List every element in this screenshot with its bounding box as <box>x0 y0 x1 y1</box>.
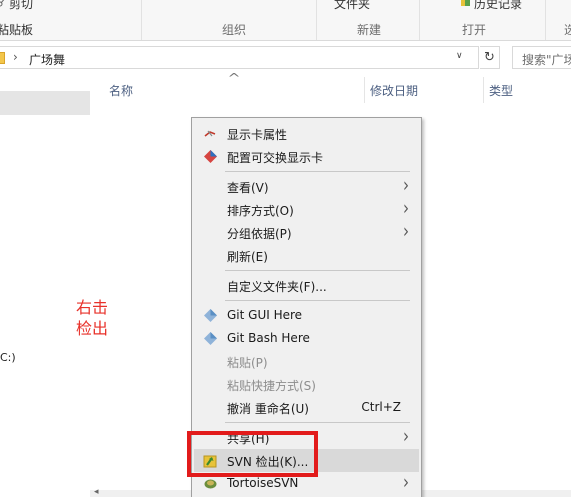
submenu-arrow-icon: › <box>403 196 409 220</box>
organize-group-label: 组织 <box>222 23 247 37</box>
menu-item-view[interactable]: 查看(V) › <box>194 173 419 198</box>
menu-item-label: Git GUI Here <box>227 308 303 322</box>
navigation-pane: C:) <box>0 75 90 497</box>
menu-item-label: 粘贴快捷方式(S) <box>227 379 316 393</box>
menu-item-git-gui[interactable]: Git GUI Here <box>194 304 419 327</box>
scissors-icon <box>0 0 5 7</box>
menu-item-label: 撤消 重命名(U) <box>227 402 309 416</box>
menu-separator <box>225 270 410 271</box>
search-input[interactable]: 搜索"广场 <box>512 46 571 69</box>
menu-item-label: TortoiseSVN <box>227 476 299 490</box>
menu-item-label: Git Bash Here <box>227 331 310 345</box>
submenu-arrow-icon: › <box>403 173 409 197</box>
scroll-left-icon[interactable]: ◂ <box>94 487 99 497</box>
menu-item-switchable-graphics[interactable]: 配置可交换显示卡 <box>194 145 419 168</box>
column-header-name[interactable]: 名称 <box>109 82 133 99</box>
menu-item-undo-rename[interactable]: 撤消 重命名(U) Ctrl+Z <box>194 396 419 419</box>
column-divider[interactable] <box>364 77 365 103</box>
menu-item-refresh[interactable]: 刷新(E) <box>194 244 419 267</box>
menu-item-group-by[interactable]: 分组依据(P) › <box>194 219 419 244</box>
menu-item-customize-folder[interactable]: 自定义文件夹(F)... <box>194 274 419 297</box>
select-group-label: 选 <box>564 21 571 38</box>
menu-item-label: 共享(H) <box>227 432 270 446</box>
open-group-label: 打开 <box>462 23 487 37</box>
graphics-card-icon <box>204 130 216 137</box>
menu-item-label: 排序方式(O) <box>227 204 294 218</box>
git-icon <box>204 332 217 345</box>
column-divider[interactable] <box>483 77 484 103</box>
context-menu: 显示卡属性 配置可交换显示卡 查看(V) › 排序方式(O) › 分组依据(P)… <box>191 117 422 497</box>
column-header-type[interactable]: 类型 <box>489 82 513 99</box>
menu-item-label: 粘贴(P) <box>227 356 268 370</box>
submenu-arrow-icon: › <box>403 470 409 494</box>
menu-item-label: 显示卡属性 <box>227 128 288 142</box>
ribbon-divider <box>316 0 317 40</box>
switchable-graphics-icon <box>204 150 217 163</box>
menu-separator <box>225 422 410 423</box>
new-group-label: 新建 <box>357 23 382 37</box>
menu-item-label: 刷新(E) <box>227 250 268 264</box>
menu-item-label: SVN 检出(K)... <box>227 455 309 469</box>
menu-item-share[interactable]: 共享(H) › <box>194 424 419 449</box>
menu-separator <box>225 171 410 172</box>
ribbon: 剪切 粘贴板 组织 文件夹 新建 历史记录 打开 选 <box>0 0 571 41</box>
menu-item-graphics-properties[interactable]: 显示卡属性 <box>194 122 419 145</box>
breadcrumb-current[interactable]: 广场舞 <box>29 51 65 68</box>
nav-selected-item[interactable] <box>0 91 90 115</box>
folder-icon <box>0 52 5 64</box>
annotation-line: 右击 <box>76 298 109 317</box>
git-icon <box>204 309 217 322</box>
menu-item-sort-by[interactable]: 排序方式(O) › <box>194 196 419 221</box>
ribbon-divider <box>545 0 546 40</box>
annotation-text: 右击 检出 <box>76 297 108 339</box>
menu-item-shortcut: Ctrl+Z <box>361 400 401 414</box>
refresh-button[interactable]: ↻ <box>480 46 500 69</box>
history-button[interactable]: 历史记录 <box>474 0 522 12</box>
tortoisesvn-icon <box>204 479 217 489</box>
sort-ascending-icon: ^ <box>227 71 241 85</box>
menu-item-git-bash[interactable]: Git Bash Here <box>194 327 419 350</box>
address-bar[interactable]: › 广场舞 ∨ <box>0 46 479 69</box>
address-dropdown-icon[interactable]: ∨ <box>456 51 463 61</box>
menu-item-paste-shortcut: 粘贴快捷方式(S) <box>194 373 419 396</box>
menu-item-paste: 粘贴(P) <box>194 350 419 373</box>
submenu-arrow-icon: › <box>403 219 409 243</box>
ribbon-divider <box>141 0 142 40</box>
menu-item-label: 查看(V) <box>227 181 269 195</box>
nav-drive-item[interactable]: C:) <box>0 351 16 364</box>
cut-button[interactable]: 剪切 <box>9 0 33 12</box>
menu-item-tortoisesvn[interactable]: TortoiseSVN › <box>194 470 419 495</box>
menu-item-label: 分组依据(P) <box>227 227 292 241</box>
submenu-arrow-icon: › <box>403 424 409 448</box>
svn-checkout-icon <box>203 455 217 468</box>
menu-separator <box>225 300 410 301</box>
refresh-icon: ↻ <box>484 50 495 65</box>
menu-item-svn-checkout[interactable]: SVN 检出(K)... <box>194 449 419 472</box>
column-header-modified[interactable]: 修改日期 <box>370 82 418 99</box>
search-placeholder: 搜索"广场 <box>522 53 571 67</box>
clipboard-group-label: 粘贴板 <box>0 23 34 37</box>
menu-item-label: 自定义文件夹(F)... <box>227 280 327 294</box>
breadcrumb-separator-icon[interactable]: › <box>13 50 18 64</box>
new-folder-button[interactable]: 文件夹 <box>334 0 370 12</box>
ribbon-divider <box>419 0 420 40</box>
history-icon <box>461 0 470 6</box>
menu-item-label: 配置可交换显示卡 <box>227 151 324 165</box>
annotation-line: 检出 <box>76 319 109 338</box>
